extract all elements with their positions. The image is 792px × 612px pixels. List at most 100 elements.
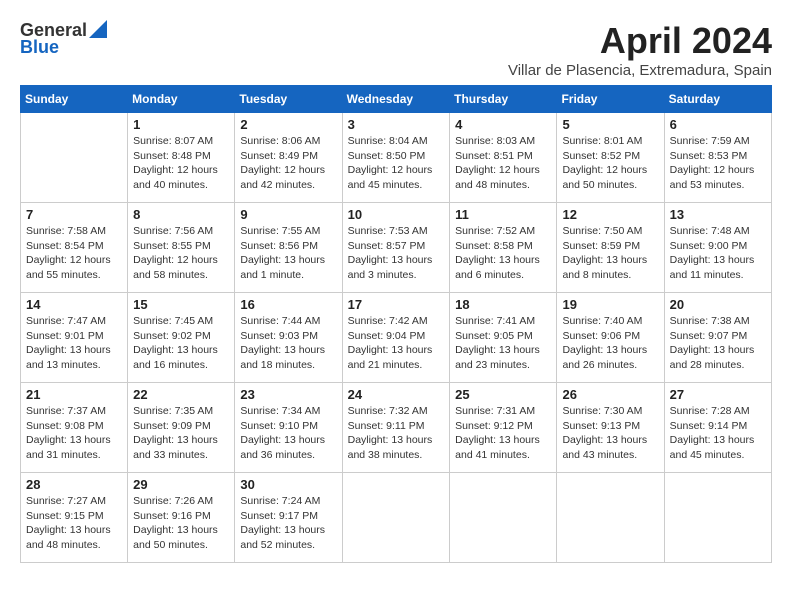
- day-info: Sunrise: 8:06 AMSunset: 8:49 PMDaylight:…: [240, 134, 336, 193]
- calendar-cell: [21, 113, 128, 203]
- calendar-cell: 14 Sunrise: 7:47 AMSunset: 9:01 PMDayligh…: [21, 293, 128, 383]
- day-info: Sunrise: 7:27 AMSunset: 9:15 PMDaylight:…: [26, 494, 122, 553]
- day-info: Sunrise: 7:28 AMSunset: 9:14 PMDaylight:…: [670, 404, 766, 463]
- day-info: Sunrise: 7:35 AMSunset: 9:09 PMDaylight:…: [133, 404, 229, 463]
- calendar-cell: 13 Sunrise: 7:48 AMSunset: 9:00 PMDayligh…: [664, 203, 771, 293]
- calendar-cell: 12 Sunrise: 7:50 AMSunset: 8:59 PMDayligh…: [557, 203, 664, 293]
- day-number: 5: [562, 117, 658, 132]
- day-number: 30: [240, 477, 336, 492]
- day-info: Sunrise: 7:53 AMSunset: 8:57 PMDaylight:…: [348, 224, 445, 283]
- day-number: 12: [562, 207, 658, 222]
- day-number: 7: [26, 207, 122, 222]
- day-info: Sunrise: 7:44 AMSunset: 9:03 PMDaylight:…: [240, 314, 336, 373]
- day-info: Sunrise: 7:34 AMSunset: 9:10 PMDaylight:…: [240, 404, 336, 463]
- day-number: 28: [26, 477, 122, 492]
- day-number: 1: [133, 117, 229, 132]
- day-info: Sunrise: 7:26 AMSunset: 9:16 PMDaylight:…: [133, 494, 229, 553]
- calendar-cell: [450, 473, 557, 563]
- calendar-cell: 30 Sunrise: 7:24 AMSunset: 9:17 PMDayligh…: [235, 473, 342, 563]
- day-number: 18: [455, 297, 551, 312]
- day-info: Sunrise: 7:52 AMSunset: 8:58 PMDaylight:…: [455, 224, 551, 283]
- calendar-cell: 7Sunrise: 7:58 AMSunset: 8:54 PMDaylight…: [21, 203, 128, 293]
- location-subtitle: Villar de Plasencia, Extremadura, Spain: [508, 62, 772, 79]
- week-row-2: 7Sunrise: 7:58 AMSunset: 8:54 PMDaylight…: [21, 203, 772, 293]
- day-number: 29: [133, 477, 229, 492]
- day-info: Sunrise: 7:59 AMSunset: 8:53 PMDaylight:…: [670, 134, 766, 193]
- day-info: Sunrise: 7:56 AMSunset: 8:55 PMDaylight:…: [133, 224, 229, 283]
- day-number: 26: [562, 387, 658, 402]
- week-row-4: 21 Sunrise: 7:37 AMSunset: 9:08 PMDayligh…: [21, 383, 772, 473]
- weekday-header-tuesday: Tuesday: [235, 86, 342, 113]
- calendar-cell: 29 Sunrise: 7:26 AMSunset: 9:16 PMDayligh…: [128, 473, 235, 563]
- calendar-cell: 19 Sunrise: 7:40 AMSunset: 9:06 PMDayligh…: [557, 293, 664, 383]
- calendar-cell: 23 Sunrise: 7:34 AMSunset: 9:10 PMDayligh…: [235, 383, 342, 473]
- day-info: Sunrise: 8:07 AMSunset: 8:48 PMDaylight:…: [133, 134, 229, 193]
- day-info: Sunrise: 7:31 AMSunset: 9:12 PMDaylight:…: [455, 404, 551, 463]
- day-info: Sunrise: 7:32 AMSunset: 9:11 PMDaylight:…: [348, 404, 445, 463]
- day-number: 23: [240, 387, 336, 402]
- calendar-cell: 2 Sunrise: 8:06 AMSunset: 8:49 PMDaylight…: [235, 113, 342, 203]
- calendar-cell: 10 Sunrise: 7:53 AMSunset: 8:57 PMDayligh…: [342, 203, 450, 293]
- weekday-header-monday: Monday: [128, 86, 235, 113]
- calendar-cell: 16 Sunrise: 7:44 AMSunset: 9:03 PMDayligh…: [235, 293, 342, 383]
- day-number: 27: [670, 387, 766, 402]
- day-number: 22: [133, 387, 229, 402]
- day-number: 14: [26, 297, 122, 312]
- calendar-cell: 26 Sunrise: 7:30 AMSunset: 9:13 PMDayligh…: [557, 383, 664, 473]
- day-info: Sunrise: 7:48 AMSunset: 9:00 PMDaylight:…: [670, 224, 766, 283]
- day-number: 9: [240, 207, 336, 222]
- weekday-header-thursday: Thursday: [450, 86, 557, 113]
- day-info: Sunrise: 7:45 AMSunset: 9:02 PMDaylight:…: [133, 314, 229, 373]
- day-info: Sunrise: 8:04 AMSunset: 8:50 PMDaylight:…: [348, 134, 445, 193]
- day-number: 11: [455, 207, 551, 222]
- weekday-header-row: SundayMondayTuesdayWednesdayThursdayFrid…: [21, 86, 772, 113]
- day-number: 6: [670, 117, 766, 132]
- title-section: April 2024 Villar de Plasencia, Extremad…: [508, 20, 772, 79]
- calendar-cell: [342, 473, 450, 563]
- day-number: 21: [26, 387, 122, 402]
- day-number: 10: [348, 207, 445, 222]
- logo-blue-text: Blue: [20, 37, 59, 58]
- day-info: Sunrise: 7:30 AMSunset: 9:13 PMDaylight:…: [562, 404, 658, 463]
- day-info: Sunrise: 7:24 AMSunset: 9:17 PMDaylight:…: [240, 494, 336, 553]
- day-number: 4: [455, 117, 551, 132]
- calendar-cell: 5Sunrise: 8:01 AMSunset: 8:52 PMDaylight…: [557, 113, 664, 203]
- day-info: Sunrise: 8:03 AMSunset: 8:51 PMDaylight:…: [455, 134, 551, 193]
- day-info: Sunrise: 7:40 AMSunset: 9:06 PMDaylight:…: [562, 314, 658, 373]
- calendar-cell: 27 Sunrise: 7:28 AMSunset: 9:14 PMDayligh…: [664, 383, 771, 473]
- day-info: Sunrise: 7:38 AMSunset: 9:07 PMDaylight:…: [670, 314, 766, 373]
- weekday-header-saturday: Saturday: [664, 86, 771, 113]
- day-number: 24: [348, 387, 445, 402]
- calendar-cell: 1 Sunrise: 8:07 AMSunset: 8:48 PMDaylight…: [128, 113, 235, 203]
- day-number: 2: [240, 117, 336, 132]
- day-number: 20: [670, 297, 766, 312]
- calendar-cell: [664, 473, 771, 563]
- day-number: 3: [348, 117, 445, 132]
- day-number: 19: [562, 297, 658, 312]
- day-number: 25: [455, 387, 551, 402]
- day-number: 16: [240, 297, 336, 312]
- calendar-cell: 22 Sunrise: 7:35 AMSunset: 9:09 PMDayligh…: [128, 383, 235, 473]
- calendar-cell: 3 Sunrise: 8:04 AMSunset: 8:50 PMDaylight…: [342, 113, 450, 203]
- day-info: Sunrise: 7:47 AMSunset: 9:01 PMDaylight:…: [26, 314, 122, 373]
- calendar-cell: [557, 473, 664, 563]
- day-number: 8: [133, 207, 229, 222]
- calendar-cell: 28 Sunrise: 7:27 AMSunset: 9:15 PMDayligh…: [21, 473, 128, 563]
- calendar-cell: 9Sunrise: 7:55 AMSunset: 8:56 PMDaylight…: [235, 203, 342, 293]
- calendar-cell: 25 Sunrise: 7:31 AMSunset: 9:12 PMDayligh…: [450, 383, 557, 473]
- calendar-table: SundayMondayTuesdayWednesdayThursdayFrid…: [20, 85, 772, 563]
- calendar-cell: 6 Sunrise: 7:59 AMSunset: 8:53 PMDaylight…: [664, 113, 771, 203]
- logo-arrow-icon: [89, 20, 107, 38]
- calendar-cell: 15 Sunrise: 7:45 AMSunset: 9:02 PMDayligh…: [128, 293, 235, 383]
- week-row-3: 14 Sunrise: 7:47 AMSunset: 9:01 PMDayligh…: [21, 293, 772, 383]
- calendar-cell: 8 Sunrise: 7:56 AMSunset: 8:55 PMDaylight…: [128, 203, 235, 293]
- page-header: General Blue April 2024 Villar de Plasen…: [20, 20, 772, 79]
- day-number: 13: [670, 207, 766, 222]
- week-row-5: 28 Sunrise: 7:27 AMSunset: 9:15 PMDayligh…: [21, 473, 772, 563]
- day-info: Sunrise: 7:37 AMSunset: 9:08 PMDaylight:…: [26, 404, 122, 463]
- day-number: 15: [133, 297, 229, 312]
- logo: General Blue: [20, 20, 107, 58]
- day-info: Sunrise: 7:50 AMSunset: 8:59 PMDaylight:…: [562, 224, 658, 283]
- calendar-cell: 18Sunrise: 7:41 AMSunset: 9:05 PMDayligh…: [450, 293, 557, 383]
- day-info: Sunrise: 7:42 AMSunset: 9:04 PMDaylight:…: [348, 314, 445, 373]
